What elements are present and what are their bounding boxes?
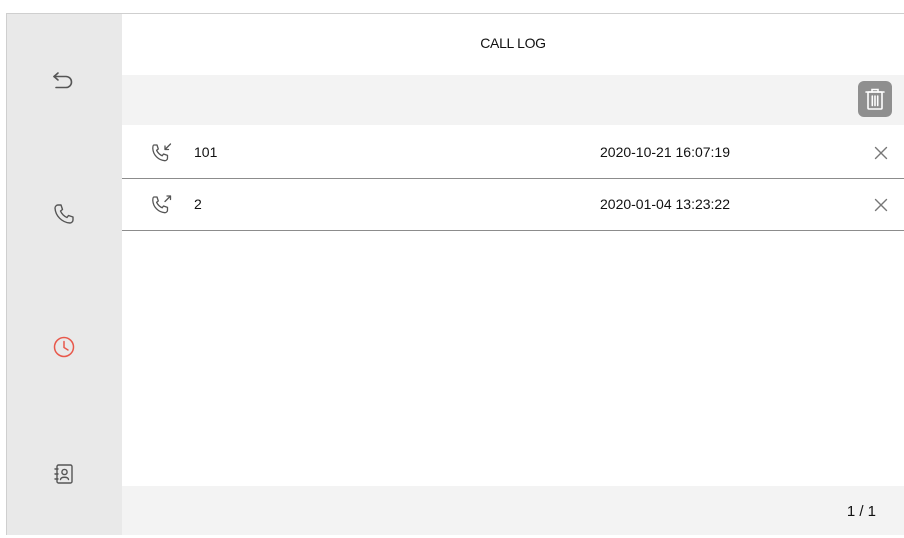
page-indicator: 1 / 1 [846,503,876,520]
main-content: CALL LOG 101 2020-10-21 16:07:19 2 2020-… [122,14,904,535]
back-button[interactable] [44,61,84,101]
back-arrow-icon [53,72,73,89]
call-time: 2020-10-21 16:07:19 [600,144,730,160]
call-row[interactable]: 101 2020-10-21 16:07:19 [122,127,904,179]
call-log-screen: CALL LOG 101 2020-10-21 16:07:19 2 2020-… [6,13,904,535]
sidebar-item-call[interactable] [44,194,84,234]
close-icon[interactable] [872,144,890,162]
contacts-book-icon [54,464,73,484]
page-title: CALL LOG [480,35,546,51]
clock-icon [53,336,75,358]
phone-icon [54,204,74,224]
incoming-call-icon [152,143,172,162]
sidebar-item-contacts[interactable] [44,454,84,494]
footer: 1 / 1 [122,486,904,535]
call-number: 2 [194,196,202,212]
close-icon[interactable] [872,196,890,214]
outgoing-call-icon [152,195,172,214]
call-row[interactable]: 2 2020-01-04 13:23:22 [122,179,904,231]
call-list: 101 2020-10-21 16:07:19 2 2020-01-04 13:… [122,127,904,231]
call-time: 2020-01-04 13:23:22 [600,196,730,212]
toolbar [122,75,904,125]
sidebar [7,14,122,535]
call-number: 101 [194,144,218,160]
delete-all-button[interactable] [858,81,892,117]
trash-icon [865,88,885,110]
sidebar-item-call-log[interactable] [44,327,84,367]
